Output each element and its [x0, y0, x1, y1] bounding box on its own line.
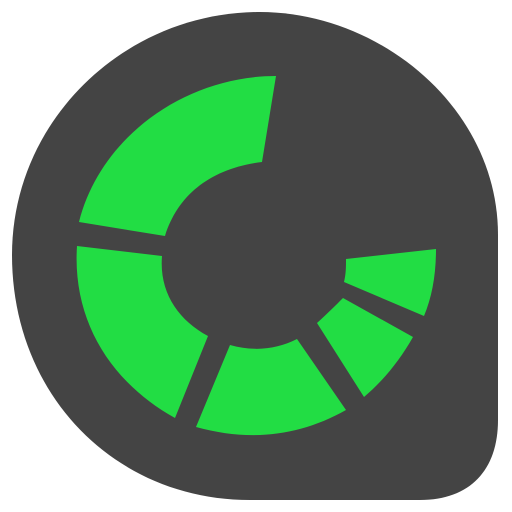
app-icon-canvas: [0, 0, 512, 512]
app-icon: [12, 12, 498, 500]
